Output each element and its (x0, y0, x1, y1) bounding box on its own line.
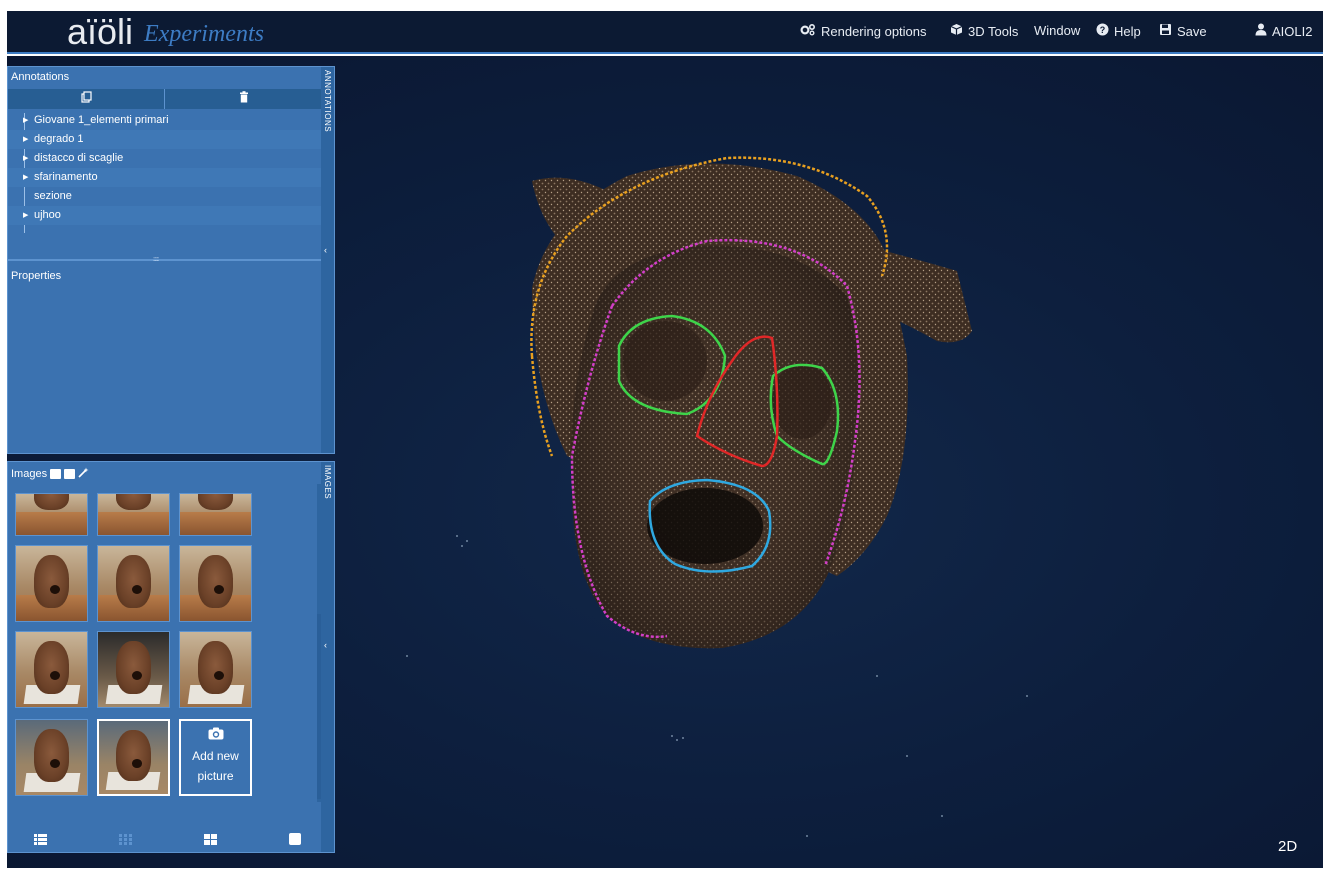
list-view-icon[interactable] (34, 832, 47, 850)
image-thumbnail[interactable] (97, 631, 170, 708)
caret-right-icon[interactable]: ▶ (23, 149, 28, 168)
annotations-tree: ▶ Giovane 1_elementi primari ▶ degrado 1 ▶… (8, 111, 324, 225)
menu-rendering-options[interactable]: Rendering options (800, 23, 927, 39)
camera-icon (208, 727, 224, 745)
images-side-tab[interactable]: IMAGES ‹ (321, 462, 334, 852)
menu-label: Help (1114, 23, 1141, 39)
image-thumbnail[interactable] (97, 545, 170, 622)
annotation-item[interactable]: ▶ sfarinamento (8, 168, 324, 187)
small-grid-view-icon[interactable] (119, 832, 132, 850)
image-thumbnail-selected[interactable] (97, 719, 170, 796)
image-thumbnail[interactable] (179, 631, 252, 708)
add-picture-button[interactable]: Add new picture (179, 719, 252, 796)
annotation-label: distacco di scaglie (34, 152, 124, 164)
menu-label: 3D Tools (968, 23, 1019, 39)
magic-wand-icon[interactable] (78, 467, 89, 481)
images-panel: Images Add new picture IMAGES ‹ (7, 461, 335, 853)
gears-icon (800, 23, 816, 39)
images-title: Images (11, 468, 48, 480)
collapse-left-icon[interactable]: ‹ (324, 640, 327, 650)
annotation-label: ujhoo (34, 209, 61, 221)
menu-help[interactable]: ? Help (1096, 23, 1141, 39)
splitter-grip-icon[interactable]: :::::::: (153, 257, 159, 263)
collapse-left-icon[interactable]: ‹ (324, 245, 327, 255)
image-thumbnail[interactable] (179, 493, 252, 536)
caret-right-icon[interactable]: ▶ (23, 111, 28, 130)
trash-icon (239, 90, 249, 108)
caret-right-icon[interactable]: ▶ (23, 168, 28, 187)
annotation-label: sezione (34, 190, 72, 202)
image-thumbnail[interactable] (15, 631, 88, 708)
image-thumbnail[interactable] (15, 545, 88, 622)
annotations-title: Annotations (11, 71, 70, 83)
app-logo-subtitle: Experiments (144, 21, 264, 47)
properties-title: Properties (11, 270, 62, 282)
delete-annotation-button[interactable] (165, 89, 322, 109)
top-bar: aïöli Experiments Rendering options 3D T… (7, 11, 1323, 54)
cube-icon (950, 23, 963, 39)
large-grid-view-icon[interactable] (204, 832, 217, 850)
menu-save[interactable]: Save (1159, 23, 1207, 39)
user-icon (1255, 23, 1267, 39)
menu-label: Window (1034, 23, 1081, 38)
caret-right-icon[interactable]: ▶ (23, 130, 28, 149)
menu-label: Save (1177, 23, 1207, 39)
annotation-label: Giovane 1_elementi primari (34, 114, 169, 126)
annotations-toolbar (8, 89, 322, 109)
copy-icon (80, 90, 92, 108)
image-thumbnail[interactable] (97, 493, 170, 536)
menu-label: Rendering options (821, 23, 927, 39)
annotation-item[interactable]: ▶ ujhoo (8, 206, 324, 225)
copy-annotation-button[interactable] (8, 89, 165, 109)
image-thumbnail[interactable] (179, 545, 252, 622)
annotation-item[interactable]: ▶ distacco di scaglie (8, 149, 324, 168)
annotations-panel: Annotations ▶ Giovane 1_elementi primari … (7, 66, 335, 454)
image-file-icon[interactable] (64, 469, 76, 479)
add-picture-label-1: Add new (192, 749, 239, 763)
user-menu[interactable]: AIOLI2 (1255, 23, 1312, 39)
add-picture-label-2: picture (197, 769, 234, 783)
floppy-disk-icon (1159, 23, 1172, 39)
single-view-icon[interactable] (289, 832, 301, 850)
menu-window[interactable]: Window (1034, 23, 1080, 38)
menu-3d-tools[interactable]: 3D Tools (950, 23, 1018, 39)
annotation-item[interactable]: ▶ degrado 1 (8, 130, 324, 149)
svg-text:?: ? (1100, 25, 1106, 35)
annotation-item[interactable]: ▶ Giovane 1_elementi primari (8, 111, 324, 130)
image-icon[interactable] (50, 469, 62, 479)
image-thumbnail[interactable] (15, 493, 88, 536)
images-side-label: IMAGES (323, 465, 332, 500)
help-circle-icon: ? (1096, 23, 1109, 39)
user-name: AIOLI2 (1272, 23, 1313, 39)
view-mode-toggle[interactable]: 2D (1278, 838, 1297, 855)
images-header: Images (11, 467, 89, 481)
annotation-label: degrado 1 (34, 133, 84, 145)
app-logo: aïöli (67, 11, 134, 52)
caret-right-icon[interactable]: ▶ (23, 206, 28, 225)
annotations-side-tab[interactable]: ANNOTATIONS ‹ (321, 67, 334, 453)
image-thumbnail[interactable] (15, 719, 88, 796)
annotation-label: sfarinamento (34, 171, 98, 183)
annotation-item[interactable]: sezione (8, 187, 324, 206)
annotations-side-label: ANNOTATIONS (323, 70, 332, 133)
panel-splitter[interactable] (8, 259, 322, 261)
